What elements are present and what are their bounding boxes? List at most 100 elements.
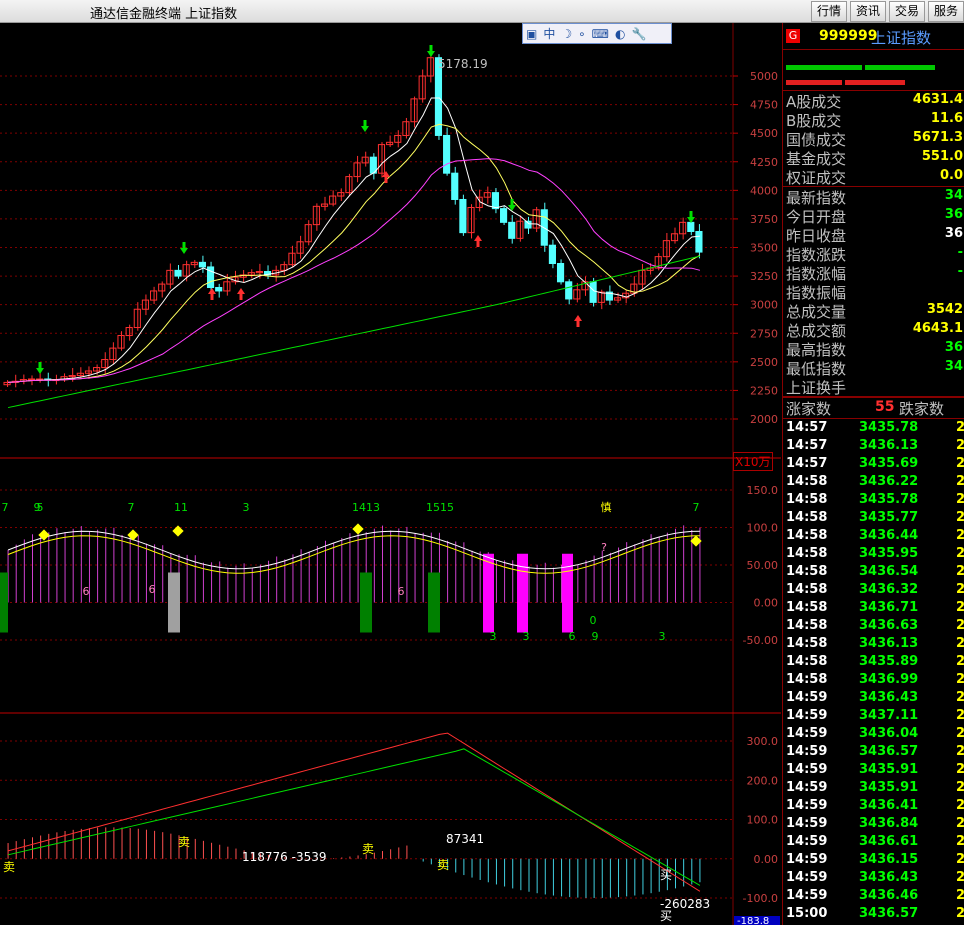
tick-row[interactable]: 15:00 3436.57 2 <box>783 905 964 923</box>
rise-label: 涨家数 <box>786 400 832 418</box>
stat-label: 今日开盘 <box>786 208 847 226</box>
indicator-label: 6 <box>398 585 405 598</box>
tick-row[interactable]: 14:59 3435.91 2 <box>783 761 964 779</box>
tick-row[interactable]: 14:59 3436.04 2 <box>783 725 964 743</box>
tick-list[interactable]: 14:57 3435.78 2 14:57 3436.13 2 14:57 3435.69 2 1… <box>783 419 964 923</box>
tick-row[interactable]: 14:58 3436.71 2 <box>783 599 964 617</box>
tick-time: 14:58 <box>786 510 828 525</box>
tick-row[interactable]: 14:58 3436.54 2 <box>783 563 964 581</box>
tick-row[interactable]: 14:58 3436.22 2 <box>783 473 964 491</box>
quote-panel: G 999999 上证指数 A股成交 4631.4 B股成交 11.6 国债成交 5671… <box>782 23 964 925</box>
stat-label: 基金成交 <box>786 150 847 168</box>
tick-row[interactable]: 14:59 3436.43 2 <box>783 689 964 707</box>
tick-volume: 2 <box>955 438 964 453</box>
tick-time: 14:58 <box>786 636 828 651</box>
stat-value: 36 <box>944 226 963 241</box>
tick-row[interactable]: 14:59 3436.15 2 <box>783 851 964 869</box>
tick-price: 3436.32 <box>859 582 919 597</box>
stat-row: 指数振幅 <box>783 282 964 302</box>
tick-row[interactable]: 14:57 3435.69 2 <box>783 455 964 473</box>
contrast-icon[interactable]: ◐ <box>615 27 625 41</box>
candlestick <box>565 281 573 300</box>
tick-row[interactable]: 14:59 3436.46 2 <box>783 887 964 905</box>
stat-label: 最低指数 <box>786 360 847 378</box>
signal-bar <box>168 572 180 633</box>
candlestick <box>695 230 703 253</box>
indicator-tick-label: 100.0 <box>747 522 779 535</box>
indicator-label: 3 <box>243 501 250 514</box>
price-tick-label: 4000 <box>750 184 778 197</box>
indicator-label: 3 <box>523 630 530 643</box>
trade-button[interactable]: 交易 <box>888 1 925 22</box>
arrow-stem <box>239 294 243 300</box>
rise-value: 55 <box>875 399 895 415</box>
tick-row[interactable]: 14:58 3436.63 2 <box>783 617 964 635</box>
tick-row[interactable]: 14:59 3437.11 2 <box>783 707 964 725</box>
tick-time: 14:58 <box>786 564 828 579</box>
wrench-icon[interactable]: 🔧 <box>631 27 646 41</box>
indicator-label: 3 <box>490 630 497 643</box>
kline-chart-area[interactable]: 5000 4750 4500 4250 4000 3750 3500 3250 3000 2750… <box>0 23 781 925</box>
tick-row[interactable]: 14:58 3435.95 2 <box>783 545 964 563</box>
stock-header: G 999999 上证指数 <box>783 23 964 50</box>
service-button[interactable]: 服务 <box>927 1 964 22</box>
high-price-label: 5178.19 <box>438 57 488 71</box>
indicator-line <box>7 530 700 570</box>
buy-sell-bars <box>783 50 964 91</box>
tick-price: 3436.13 <box>859 636 919 651</box>
macd-label: 卖 <box>362 842 374 856</box>
tick-time: 14:59 <box>786 690 828 705</box>
magenta-signal-bar <box>483 553 494 633</box>
tick-volume: 2 <box>955 546 964 561</box>
tick-row[interactable]: 14:59 3436.57 2 <box>783 743 964 761</box>
tick-price: 3436.43 <box>859 870 919 885</box>
tick-row[interactable]: 14:58 3435.78 2 <box>783 491 964 509</box>
tick-row[interactable]: 14:59 3436.41 2 <box>783 797 964 815</box>
tick-price: 3435.69 <box>859 456 919 471</box>
tick-price: 3435.91 <box>859 762 919 777</box>
indicator-label: 7 <box>693 501 700 514</box>
tick-price: 3435.78 <box>859 492 919 507</box>
up-arrow-icon <box>237 288 245 294</box>
stat-label: 权证成交 <box>786 169 847 187</box>
tick-volume: 2 <box>955 456 964 471</box>
keyboard-icon[interactable]: ⌨ <box>592 27 609 41</box>
market-button[interactable]: 行情 <box>810 1 847 22</box>
tick-row[interactable]: 14:58 3436.44 2 <box>783 527 964 545</box>
lang-button[interactable]: 中 <box>543 25 555 42</box>
candlestick <box>451 172 459 200</box>
chart-icon[interactable]: ▣ <box>526 27 537 41</box>
tick-row[interactable]: 14:58 3435.89 2 <box>783 653 964 671</box>
candlestick <box>491 192 500 210</box>
tick-row[interactable]: 14:58 3436.13 2 <box>783 635 964 653</box>
news-button[interactable]: 资讯 <box>849 1 886 22</box>
price-tick-label: 2750 <box>750 327 778 340</box>
tick-volume: 2 <box>955 834 964 849</box>
indicator-label: 慎 <box>601 500 612 514</box>
indicator-label: 5 <box>37 501 44 514</box>
arrow-stem <box>210 294 214 300</box>
candlestick <box>556 263 565 283</box>
indicator-label: 6 <box>83 585 90 598</box>
tick-row[interactable]: 14:57 3435.78 2 <box>783 419 964 437</box>
tick-row[interactable]: 14:59 3436.43 2 <box>783 869 964 887</box>
chart-canvas[interactable]: 5000475045004250400037503500325030002750… <box>0 23 781 925</box>
tick-row[interactable]: 14:57 3436.13 2 <box>783 437 964 455</box>
price-tick-label: 2000 <box>750 413 778 426</box>
dot-icon[interactable]: ∘ <box>578 27 586 41</box>
tick-row[interactable]: 14:58 3436.32 2 <box>783 581 964 599</box>
indicator-label: 1515 <box>426 501 454 514</box>
tick-row[interactable]: 14:59 3436.61 2 <box>783 833 964 851</box>
tick-volume: 2 <box>955 726 964 741</box>
tick-row[interactable]: 14:58 3436.99 2 <box>783 671 964 689</box>
stat-value: - <box>957 245 963 260</box>
tick-row[interactable]: 14:59 3435.91 2 <box>783 779 964 797</box>
signal-bar <box>360 572 372 633</box>
price-tick-label: 3750 <box>750 213 778 226</box>
arrow-stem <box>363 120 367 126</box>
tick-row[interactable]: 14:58 3435.77 2 <box>783 509 964 527</box>
moon-icon[interactable]: ☽ <box>561 27 572 41</box>
tick-row[interactable]: 14:59 3436.84 2 <box>783 815 964 833</box>
tick-volume: 2 <box>955 906 964 921</box>
candlestick <box>93 367 101 372</box>
